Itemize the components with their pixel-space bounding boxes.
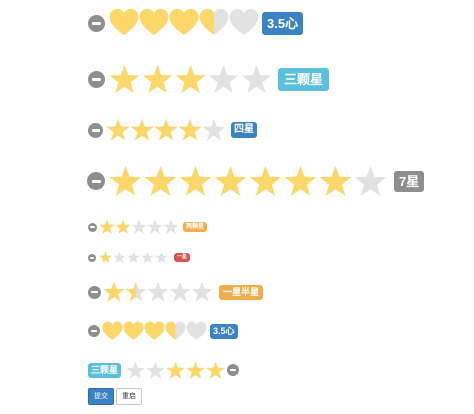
star-icon[interactable] [144,165,177,198]
star-icon[interactable] [249,165,282,198]
clear-rating-icon[interactable] [88,253,96,262]
star-icon[interactable] [165,361,185,380]
rating-symbols[interactable] [125,361,225,380]
rating-symbols[interactable] [106,118,226,142]
star-icon[interactable] [202,118,226,142]
star-icon[interactable] [106,118,130,142]
star-icon[interactable] [178,118,202,142]
rating-caption: 3.5心 [210,323,238,339]
rating-symbols[interactable] [99,219,179,235]
star-icon[interactable] [115,219,131,235]
rating-symbols[interactable] [98,251,168,264]
heart-icon[interactable] [186,321,207,342]
star-icon[interactable] [126,251,140,264]
clear-rating-icon[interactable] [88,222,97,232]
star-icon[interactable] [142,64,173,95]
star-icon[interactable] [191,281,213,303]
rating-stars-5: 两颗星 [88,219,208,235]
clear-rating-icon[interactable] [88,70,105,88]
clear-rating-icon[interactable] [88,122,103,138]
star-icon[interactable] [179,165,212,198]
clear-rating-icon[interactable] [227,364,240,376]
heart-icon[interactable] [229,8,259,38]
rating-stars-6: 一星 [88,251,191,264]
heart-icon[interactable] [199,8,229,38]
clear-rating-icon[interactable] [88,285,101,299]
star-icon[interactable] [169,281,191,303]
star-icon[interactable] [147,281,169,303]
star-icon[interactable] [205,361,225,380]
star-icon[interactable] [175,64,206,95]
clear-rating-icon[interactable] [88,325,100,337]
heart-icon[interactable] [139,8,169,38]
rating-caption: 三颗星 [278,67,330,91]
rating-hearts-8: 3.5心 [88,320,238,342]
rating-caption: 一星半星 [219,284,264,300]
star-icon[interactable] [154,251,168,264]
clear-rating-icon[interactable] [87,172,105,190]
star-icon[interactable] [214,165,247,198]
heart-icon[interactable] [144,321,165,342]
rating-stars-7: 一星半星 [88,281,264,303]
heart-icon[interactable] [109,8,139,38]
clear-rating-icon[interactable] [88,14,105,32]
star-icon[interactable] [140,251,154,264]
star-icon[interactable] [131,219,147,235]
star-icon[interactable] [109,64,140,95]
submit-button[interactable]: 提交 [88,388,114,405]
star-icon[interactable] [319,165,352,198]
heart-icon[interactable] [165,321,186,342]
star-icon[interactable] [354,165,387,198]
star-icon[interactable] [103,281,125,303]
star-icon[interactable] [147,219,163,235]
rating-symbols[interactable] [109,8,259,38]
rating-symbols[interactable] [108,165,388,198]
star-icon[interactable] [154,118,178,142]
rating-caption: 四星 [231,122,257,138]
rating-stars-2: 三颗星 [88,63,330,95]
star-icon[interactable] [98,251,112,264]
heart-icon[interactable] [169,8,199,38]
rating-hearts-1: 3.5心 [88,8,304,38]
rating-caption: 两颗星 [183,222,208,232]
star-icon[interactable] [109,165,142,198]
rating-caption: 一星 [174,253,191,262]
rating-caption: 三颗星 [88,362,122,378]
rating-caption: 3.5心 [262,11,304,35]
rating-stars-4: 7星 [87,164,425,198]
star-icon[interactable] [163,219,179,235]
star-icon[interactable] [208,64,239,95]
star-icon[interactable] [241,64,272,95]
star-icon[interactable] [125,361,145,380]
rating-stars-3: 四星 [88,118,257,142]
rating-symbols[interactable] [102,321,207,342]
star-icon[interactable] [99,219,115,235]
star-icon[interactable] [125,281,147,303]
rating-caption: 7星 [394,170,425,192]
reset-button[interactable]: 重启 [116,388,142,405]
rating-symbols[interactable] [108,64,273,95]
star-icon[interactable] [112,251,126,264]
heart-icon[interactable] [102,321,123,342]
star-icon[interactable] [284,165,317,198]
rating-stars-rtl: 三颗星 [88,360,240,380]
star-icon[interactable] [130,118,154,142]
star-icon[interactable] [185,361,205,380]
rating-symbols[interactable] [103,281,213,303]
star-icon[interactable] [145,361,165,380]
heart-icon[interactable] [123,321,144,342]
